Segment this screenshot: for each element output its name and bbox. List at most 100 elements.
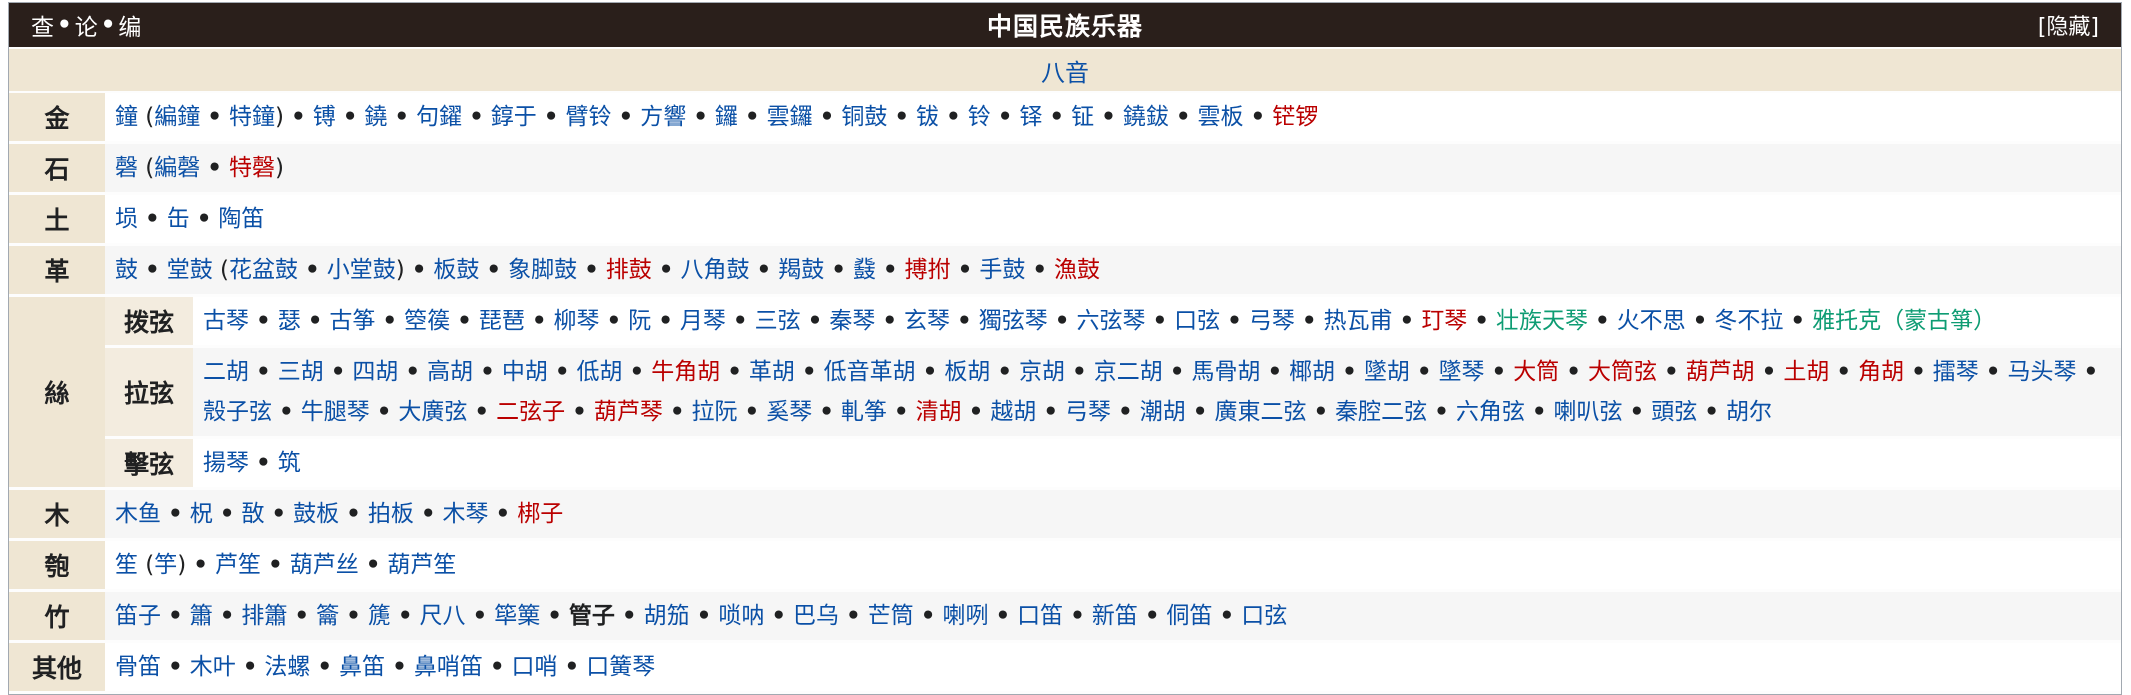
instrument-link[interactable]: 擂琴: [1933, 359, 1979, 385]
instrument-link[interactable]: 中胡: [502, 359, 548, 385]
instrument-link[interactable]: 雲板: [1198, 104, 1244, 130]
instrument-link[interactable]: 鼻笛: [339, 654, 385, 680]
instrument-link[interactable]: 殼子弦: [203, 399, 272, 425]
hide-toggle[interactable]: [隐藏]: [2038, 9, 2099, 41]
instrument-link[interactable]: 玄琴: [904, 308, 950, 334]
instrument-link[interactable]: 編鐘: [154, 104, 200, 130]
instrument-link[interactable]: 六弦琴: [1076, 308, 1145, 334]
instrument-link[interactable]: 葫芦胡: [1686, 359, 1755, 385]
instrument-link[interactable]: 琵琶: [479, 308, 525, 334]
instrument-link[interactable]: 漁鼓: [1054, 257, 1100, 283]
view-link[interactable]: 查: [31, 8, 54, 42]
instrument-link[interactable]: 瑟: [278, 308, 301, 334]
instrument-link[interactable]: 葫芦笙: [387, 552, 456, 578]
instrument-link[interactable]: 芦笙: [215, 552, 261, 578]
instrument-link[interactable]: 馬骨胡: [1191, 359, 1260, 385]
instrument-link[interactable]: 口簧琴: [586, 654, 655, 680]
instrument-link[interactable]: 二弦子: [496, 399, 565, 425]
instrument-link[interactable]: 壮族天琴: [1496, 308, 1588, 334]
instrument-link[interactable]: 象脚鼓: [508, 257, 577, 283]
instrument-link[interactable]: 铎: [1019, 104, 1042, 130]
instrument-link[interactable]: 大筒弦: [1588, 359, 1657, 385]
instrument-link[interactable]: 簫: [190, 603, 213, 629]
instrument-link[interactable]: 竽: [154, 552, 177, 578]
instrument-link[interactable]: 鼻哨笛: [414, 654, 483, 680]
instrument-link[interactable]: 頭弦: [1651, 399, 1697, 425]
instrument-link[interactable]: 獨弦琴: [979, 308, 1048, 334]
instrument-link[interactable]: 古筝: [329, 308, 375, 334]
instrument-link[interactable]: 热瓦甫: [1324, 308, 1393, 334]
instrument-link[interactable]: 手鼓: [979, 257, 1025, 283]
instrument-link[interactable]: 搏拊: [905, 257, 951, 283]
instrument-link[interactable]: 軋筝: [841, 399, 887, 425]
instrument-link[interactable]: 火不思: [1617, 308, 1686, 334]
instrument-link[interactable]: 大廣弦: [398, 399, 467, 425]
instrument-link[interactable]: 臂铃: [566, 104, 612, 130]
instrument-link[interactable]: 京胡: [1019, 359, 1065, 385]
instrument-link[interactable]: 清胡: [916, 399, 962, 425]
instrument-link[interactable]: 磬: [115, 155, 138, 181]
instrument-link[interactable]: 奚琴: [766, 399, 812, 425]
instrument-link[interactable]: 新笛: [1092, 603, 1138, 629]
instrument-link[interactable]: 口笛: [1017, 603, 1063, 629]
instrument-link[interactable]: 土胡: [1783, 359, 1829, 385]
instrument-link[interactable]: 籥: [316, 603, 339, 629]
instrument-link[interactable]: 雲鑼: [767, 104, 813, 130]
instrument-link[interactable]: 鐃: [364, 104, 387, 130]
instrument-link[interactable]: 弓琴: [1065, 399, 1111, 425]
instrument-link[interactable]: 巴乌: [793, 603, 839, 629]
instrument-link[interactable]: 镈: [313, 104, 336, 130]
instrument-link[interactable]: 京二胡: [1094, 359, 1163, 385]
instrument-link[interactable]: 墜胡: [1364, 359, 1410, 385]
instrument-link[interactable]: 羯鼓: [778, 257, 824, 283]
instrument-link[interactable]: 特磬: [229, 155, 275, 181]
instrument-link[interactable]: 箜篌: [404, 308, 450, 334]
instrument-link[interactable]: 胡笳: [644, 603, 690, 629]
instrument-link[interactable]: 弓琴: [1249, 308, 1295, 334]
instrument-link[interactable]: 口哨: [512, 654, 558, 680]
instrument-link[interactable]: 墜琴: [1439, 359, 1485, 385]
instrument-link[interactable]: 秦琴: [829, 308, 875, 334]
instrument-link[interactable]: 牛角胡: [651, 359, 720, 385]
instrument-link[interactable]: 篪: [368, 603, 391, 629]
instrument-link[interactable]: 冬不拉: [1714, 308, 1783, 334]
instrument-link[interactable]: 鼓板: [293, 501, 339, 527]
instrument-link[interactable]: 口弦: [1174, 308, 1220, 334]
talk-link[interactable]: 论: [75, 8, 98, 42]
instrument-link[interactable]: 鐃鈸: [1123, 104, 1169, 130]
instrument-link[interactable]: 鑼: [715, 104, 738, 130]
instrument-link[interactable]: 喇叭弦: [1554, 399, 1623, 425]
instrument-link[interactable]: 潮胡: [1140, 399, 1186, 425]
instrument-link[interactable]: 筑: [278, 450, 301, 476]
instrument-link[interactable]: 笙: [115, 552, 138, 578]
instrument-link[interactable]: 揚琴: [203, 450, 249, 476]
instrument-link[interactable]: 堂鼓: [167, 257, 213, 283]
instrument-link[interactable]: 铓锣: [1272, 104, 1318, 130]
instrument-link[interactable]: 革胡: [749, 359, 795, 385]
instrument-link[interactable]: 小堂鼓: [327, 257, 396, 283]
instrument-link[interactable]: 梆子: [517, 501, 563, 527]
instrument-link[interactable]: 铜鼓: [841, 104, 887, 130]
instrument-link[interactable]: 板胡: [944, 359, 990, 385]
instrument-link[interactable]: 板鼓: [433, 257, 479, 283]
instrument-link[interactable]: 拍板: [368, 501, 414, 527]
instrument-link[interactable]: 拉阮: [692, 399, 738, 425]
instrument-link[interactable]: 钲: [1071, 104, 1094, 130]
instrument-link[interactable]: 秦腔二弦: [1335, 399, 1427, 425]
instrument-link[interactable]: 笛子: [115, 603, 161, 629]
instrument-link[interactable]: 牛腿琴: [301, 399, 370, 425]
instrument-link[interactable]: 大筒: [1513, 359, 1559, 385]
instrument-link[interactable]: 口弦: [1241, 603, 1287, 629]
instrument-link[interactable]: 铃: [968, 104, 991, 130]
instrument-link[interactable]: 方響: [640, 104, 686, 130]
instrument-link[interactable]: 八角鼓: [681, 257, 750, 283]
instrument-link[interactable]: 木叶: [190, 654, 236, 680]
instrument-link[interactable]: 三胡: [278, 359, 324, 385]
instrument-link[interactable]: 埙: [115, 206, 138, 232]
edit-link[interactable]: 编: [118, 8, 141, 42]
instrument-link[interactable]: 缶: [167, 206, 190, 232]
instrument-link[interactable]: 阮: [628, 308, 651, 334]
instrument-link[interactable]: 法螺: [264, 654, 310, 680]
instrument-link[interactable]: 越胡: [990, 399, 1036, 425]
instrument-link[interactable]: 鼗: [853, 257, 876, 283]
